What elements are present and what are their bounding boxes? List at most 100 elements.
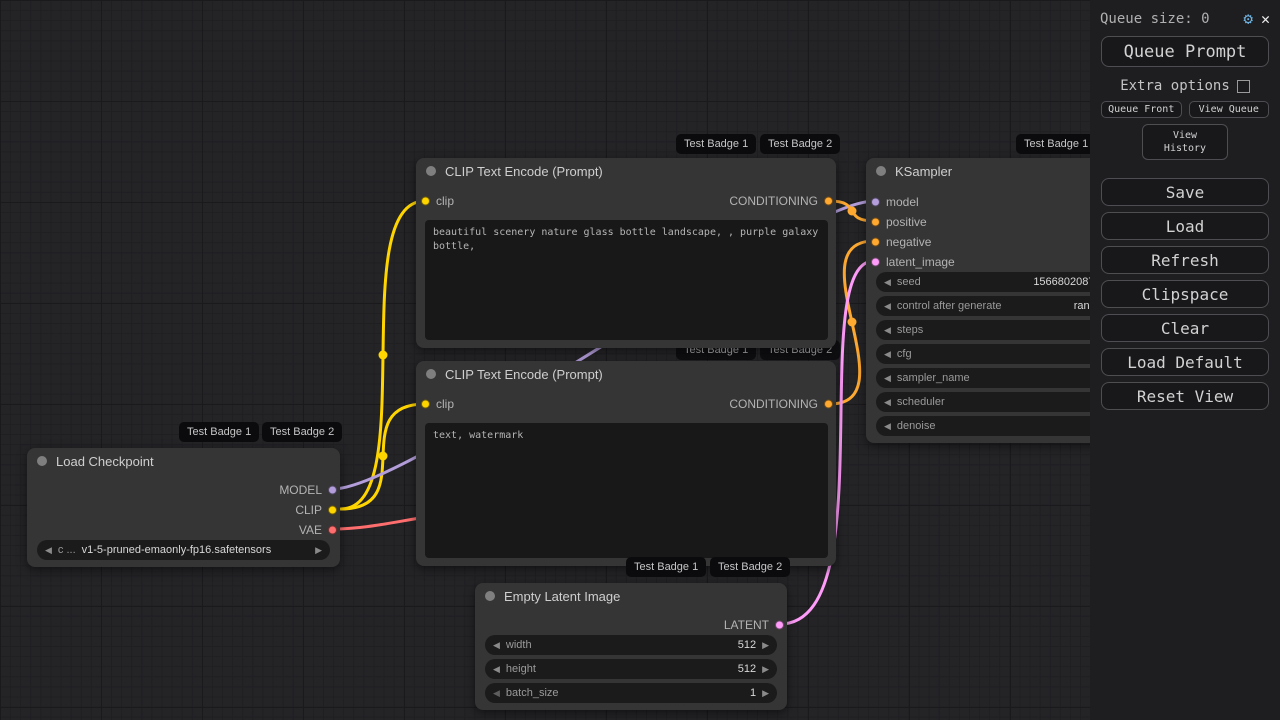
- refresh-button[interactable]: Refresh: [1101, 246, 1269, 274]
- combo-prev-icon[interactable]: ◀: [45, 545, 52, 556]
- slot-row: clip CONDITIONING: [416, 393, 836, 415]
- widget-name: sampler_name: [896, 372, 970, 384]
- output-slot-vae: VAE: [27, 519, 340, 541]
- collapse-dot-icon[interactable]: [876, 166, 886, 176]
- combo-next-icon[interactable]: ▶: [315, 545, 322, 556]
- clip-input-dot[interactable]: [421, 399, 430, 409]
- badge-label: Test Badge 2: [768, 138, 833, 150]
- clip-input-dot[interactable]: [421, 196, 430, 206]
- node-title: Load Checkpoint: [56, 453, 154, 469]
- negative-input-dot[interactable]: [871, 237, 880, 247]
- node-empty-latent-image[interactable]: Empty Latent Image LATENT ◀ width 512 ▶ …: [475, 583, 787, 710]
- height-widget[interactable]: ◀ height 512 ▶: [485, 659, 777, 679]
- queue-front-button[interactable]: Queue Front: [1101, 101, 1182, 118]
- load-default-button[interactable]: Load Default: [1101, 348, 1269, 376]
- widget-value: 1: [749, 687, 757, 699]
- decrement-icon[interactable]: ◀: [884, 277, 891, 288]
- node-clip-text-encode-positive[interactable]: CLIP Text Encode (Prompt) clip CONDITION…: [416, 158, 836, 348]
- decrement-icon[interactable]: ◀: [493, 664, 500, 675]
- output-slot-latent: LATENT: [475, 614, 787, 636]
- node-titlebar[interactable]: CLIP Text Encode (Prompt): [416, 158, 836, 184]
- view-queue-button[interactable]: View Queue: [1188, 101, 1269, 118]
- widget-name: c ...: [57, 544, 76, 556]
- decrement-icon[interactable]: ◀: [493, 640, 500, 651]
- link-midpoint-dot: [847, 317, 857, 327]
- node-title: CLIP Text Encode (Prompt): [445, 163, 603, 179]
- queue-size-label: Queue size: 0: [1100, 10, 1210, 27]
- width-widget[interactable]: ◀ width 512 ▶: [485, 635, 777, 655]
- increment-icon[interactable]: ▶: [762, 664, 769, 675]
- view-history-button[interactable]: View History: [1142, 124, 1228, 160]
- reset-view-button[interactable]: Reset View: [1101, 382, 1269, 410]
- close-icon[interactable]: ✕: [1261, 10, 1270, 28]
- increment-icon[interactable]: ▶: [762, 640, 769, 651]
- node-titlebar[interactable]: Empty Latent Image: [475, 583, 787, 609]
- node-load-checkpoint[interactable]: Load Checkpoint MODEL CLIP VAE ◀ c ... v…: [27, 448, 340, 567]
- node-badge: Test Badge 2: [710, 557, 791, 577]
- node-clip-text-encode-negative[interactable]: CLIP Text Encode (Prompt) clip CONDITION…: [416, 361, 836, 566]
- widget-value: 512: [737, 639, 757, 651]
- link-midpoint-dot: [847, 206, 857, 216]
- slot-row: clip CONDITIONING: [416, 190, 836, 212]
- positive-input-dot[interactable]: [871, 217, 880, 227]
- output-slot-clip: CLIP: [27, 499, 340, 521]
- decrement-icon[interactable]: ◀: [884, 421, 891, 432]
- decrement-icon[interactable]: ◀: [884, 349, 891, 360]
- slot-label: MODEL: [279, 483, 322, 497]
- increment-icon[interactable]: ▶: [762, 688, 769, 699]
- conditioning-output-dot[interactable]: [824, 399, 833, 409]
- collapse-dot-icon[interactable]: [485, 591, 495, 601]
- slot-label: VAE: [298, 523, 322, 537]
- vae-output-dot[interactable]: [328, 525, 337, 535]
- save-button[interactable]: Save: [1101, 178, 1269, 206]
- queue-prompt-button[interactable]: Queue Prompt: [1101, 36, 1269, 67]
- decrement-icon[interactable]: ◀: [884, 373, 891, 384]
- model-output-dot[interactable]: [328, 485, 337, 495]
- node-title: CLIP Text Encode (Prompt): [445, 366, 603, 382]
- badge-label: Test Badge 1: [1024, 138, 1089, 150]
- extra-options-checkbox[interactable]: [1236, 79, 1250, 93]
- conditioning-output-dot[interactable]: [824, 196, 833, 206]
- collapse-dot-icon[interactable]: [426, 166, 436, 176]
- decrement-icon[interactable]: ◀: [884, 397, 891, 408]
- slot-label: clip: [436, 397, 455, 411]
- node-badge: Test Badge 1: [1016, 134, 1097, 154]
- slot-label: positive: [886, 215, 927, 229]
- output-slot-model: MODEL: [27, 479, 340, 501]
- latent-input-dot[interactable]: [871, 257, 880, 267]
- node-badge: Test Badge 2: [262, 422, 343, 442]
- latent-output-dot[interactable]: [775, 620, 784, 630]
- slot-label: latent_image: [886, 255, 955, 269]
- widget-name: width: [505, 639, 532, 651]
- node-titlebar[interactable]: CLIP Text Encode (Prompt): [416, 361, 836, 387]
- clear-button[interactable]: Clear: [1101, 314, 1269, 342]
- widget-name: control after generate: [896, 300, 1002, 312]
- widget-name: height: [505, 663, 536, 675]
- collapse-dot-icon[interactable]: [37, 456, 47, 466]
- node-badge: Test Badge 1: [179, 422, 260, 442]
- positive-prompt-textarea[interactable]: beautiful scenery nature glass bottle la…: [425, 220, 828, 340]
- settings-gear-icon[interactable]: ⚙: [1243, 9, 1253, 28]
- ckpt-name-combo[interactable]: ◀ c ... v1-5-pruned-emaonly-fp16.safeten…: [37, 540, 330, 560]
- node-titlebar[interactable]: Load Checkpoint: [27, 448, 340, 474]
- widget-value: v1-5-pruned-emaonly-fp16.safetensors: [81, 544, 272, 556]
- node-badge: Test Badge 2: [760, 134, 841, 154]
- widget-name: batch_size: [505, 687, 559, 699]
- decrement-icon[interactable]: ◀: [493, 688, 500, 699]
- slot-label: model: [886, 195, 919, 209]
- negative-prompt-textarea[interactable]: text, watermark: [425, 423, 828, 558]
- batch-size-widget[interactable]: ◀ batch_size 1 ▶: [485, 683, 777, 703]
- widget-name: seed: [896, 276, 921, 288]
- collapse-dot-icon[interactable]: [426, 369, 436, 379]
- decrement-icon[interactable]: ◀: [884, 325, 891, 336]
- slot-label: negative: [886, 235, 932, 249]
- clipspace-button[interactable]: Clipspace: [1101, 280, 1269, 308]
- widget-name: denoise: [896, 420, 936, 432]
- widget-name: cfg: [896, 348, 912, 360]
- link-midpoint-dot: [378, 350, 388, 360]
- clip-output-dot[interactable]: [328, 505, 337, 515]
- load-button[interactable]: Load: [1101, 212, 1269, 240]
- badge-label: Test Badge 1: [684, 138, 749, 150]
- model-input-dot[interactable]: [871, 197, 880, 207]
- decrement-icon[interactable]: ◀: [884, 301, 891, 312]
